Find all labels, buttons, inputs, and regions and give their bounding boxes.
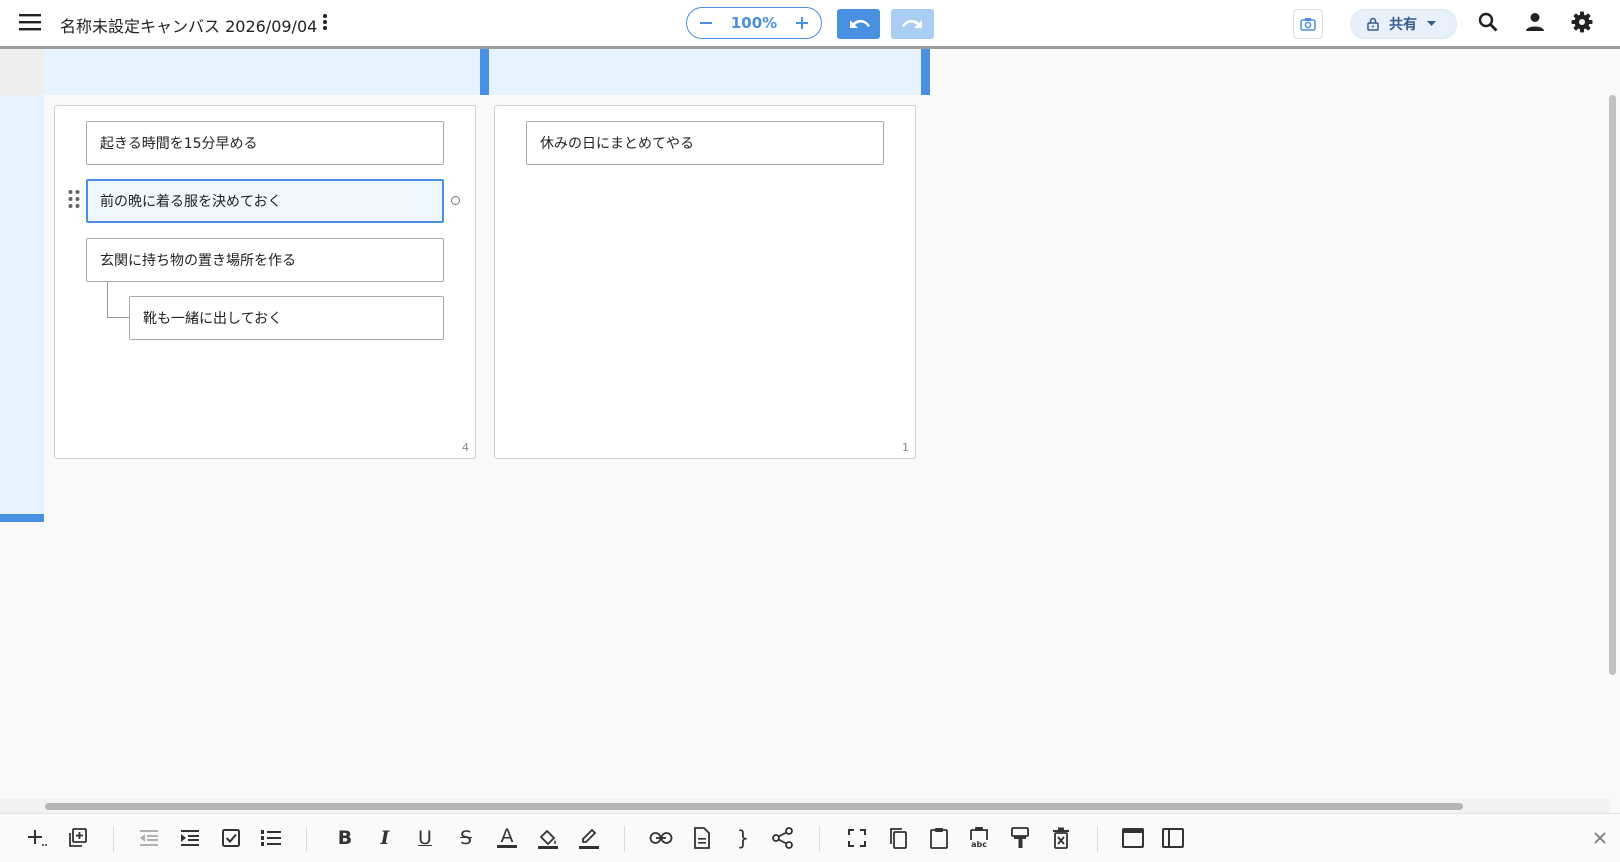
numbered-list-icon[interactable] <box>258 825 284 851</box>
undo-button[interactable] <box>837 9 880 39</box>
lock-icon <box>1367 17 1379 31</box>
more-vert-icon[interactable] <box>310 7 340 37</box>
text-color-icon[interactable]: A <box>494 825 520 851</box>
add-card-icon[interactable] <box>25 825 51 851</box>
copy-icon[interactable] <box>885 825 911 851</box>
redo-icon <box>901 19 922 28</box>
card[interactable]: 起きる時間を15分早める <box>86 121 444 165</box>
zoom-out-button[interactable] <box>699 13 713 33</box>
child-connector-line <box>107 281 130 318</box>
window-icon[interactable] <box>1120 825 1146 851</box>
toolbar-separator <box>113 826 114 852</box>
toolbar-separator <box>306 826 307 852</box>
column-header-1[interactable] <box>44 49 480 95</box>
paste-as-text-icon[interactable]: abc <box>966 825 992 851</box>
side-panel-icon[interactable] <box>1160 825 1186 851</box>
delete-icon[interactable] <box>1048 825 1074 851</box>
italic-icon[interactable]: I <box>372 825 398 851</box>
redo-button[interactable] <box>891 9 934 39</box>
format-toolbar: B I U S A } abc <box>0 813 1620 862</box>
toolbar-separator <box>624 826 625 852</box>
row-header[interactable] <box>0 95 44 515</box>
canvas-area[interactable]: 起きる時間を15分早める 前の晩に着る服を決めておく 玄関に持ち物の置き場所を作… <box>0 49 1610 801</box>
fit-screen-icon[interactable] <box>844 825 870 851</box>
border-color-icon[interactable] <box>576 825 602 851</box>
strikethrough-glyph: S <box>459 826 473 849</box>
card[interactable]: 玄関に持ち物の置き場所を作る <box>86 238 444 282</box>
note-document-icon[interactable] <box>689 825 715 851</box>
card-group[interactable]: 休みの日にまとめてやる 1 <box>494 105 916 459</box>
toolbar-separator <box>819 826 820 852</box>
connect-share-icon[interactable] <box>770 825 796 851</box>
checkbox-icon[interactable] <box>218 825 244 851</box>
zoom-control: 100% <box>686 7 822 39</box>
settings-gear-icon[interactable] <box>1567 7 1597 37</box>
caret-down-icon <box>1427 21 1436 26</box>
snapshot-button[interactable] <box>1293 9 1323 39</box>
indent-icon[interactable] <box>177 825 203 851</box>
close-toolbar-icon[interactable] <box>1587 825 1613 851</box>
strikethrough-icon[interactable]: S <box>453 825 479 851</box>
vertical-scrollbar[interactable] <box>1609 95 1616 675</box>
group-card-count: 4 <box>462 441 469 454</box>
drag-handle-icon[interactable] <box>67 189 81 209</box>
brace-icon[interactable]: } <box>730 825 756 851</box>
undo-icon <box>849 19 870 28</box>
zoom-in-button[interactable] <box>795 13 809 33</box>
link-icon[interactable] <box>648 825 674 851</box>
card-child[interactable]: 靴も一緒に出しておく <box>129 296 444 340</box>
outdent-icon[interactable] <box>136 825 162 851</box>
canvas-title[interactable]: 名称未設定キャンバス 2026/09/04 <box>60 13 317 37</box>
underline-icon[interactable]: U <box>412 825 438 851</box>
text-color-glyph: A <box>500 825 514 847</box>
underline-glyph: U <box>418 826 432 849</box>
bold-icon[interactable]: B <box>332 825 358 851</box>
toolbar-separator <box>1097 826 1098 852</box>
column-resize-handle[interactable] <box>921 49 930 95</box>
account-icon[interactable] <box>1520 7 1550 37</box>
camera-icon <box>1300 18 1316 31</box>
card-group[interactable]: 起きる時間を15分早める 前の晩に着る服を決めておく 玄関に持ち物の置き場所を作… <box>54 105 476 459</box>
row-resize-handle[interactable] <box>0 514 44 522</box>
horizontal-scrollbar[interactable] <box>45 803 1463 810</box>
search-icon[interactable] <box>1473 7 1503 37</box>
share-label: 共有 <box>1389 17 1417 33</box>
italic-glyph: I <box>380 826 390 849</box>
paste-as-text-label: abc <box>971 840 987 849</box>
menu-icon[interactable] <box>15 7 45 37</box>
column-header-2[interactable] <box>489 49 921 95</box>
corner-header <box>0 49 44 95</box>
bold-glyph: B <box>337 826 353 849</box>
card-selected[interactable]: 前の晩に着る服を決めておく <box>86 179 444 223</box>
column-resize-handle[interactable] <box>480 49 489 95</box>
card[interactable]: 休みの日にまとめてやる <box>526 121 884 165</box>
share-button[interactable]: 共有 <box>1350 9 1457 39</box>
connector-handle[interactable] <box>451 196 460 205</box>
paste-icon[interactable] <box>926 825 952 851</box>
fill-color-icon[interactable] <box>535 825 561 851</box>
brace-glyph: } <box>736 826 750 850</box>
duplicate-add-icon[interactable] <box>64 825 90 851</box>
top-bar: 名称未設定キャンバス 2026/09/04 100% 共有 <box>0 0 1620 49</box>
group-card-count: 1 <box>902 441 909 454</box>
zoom-level[interactable]: 100% <box>731 14 777 32</box>
format-paint-icon[interactable] <box>1007 825 1033 851</box>
